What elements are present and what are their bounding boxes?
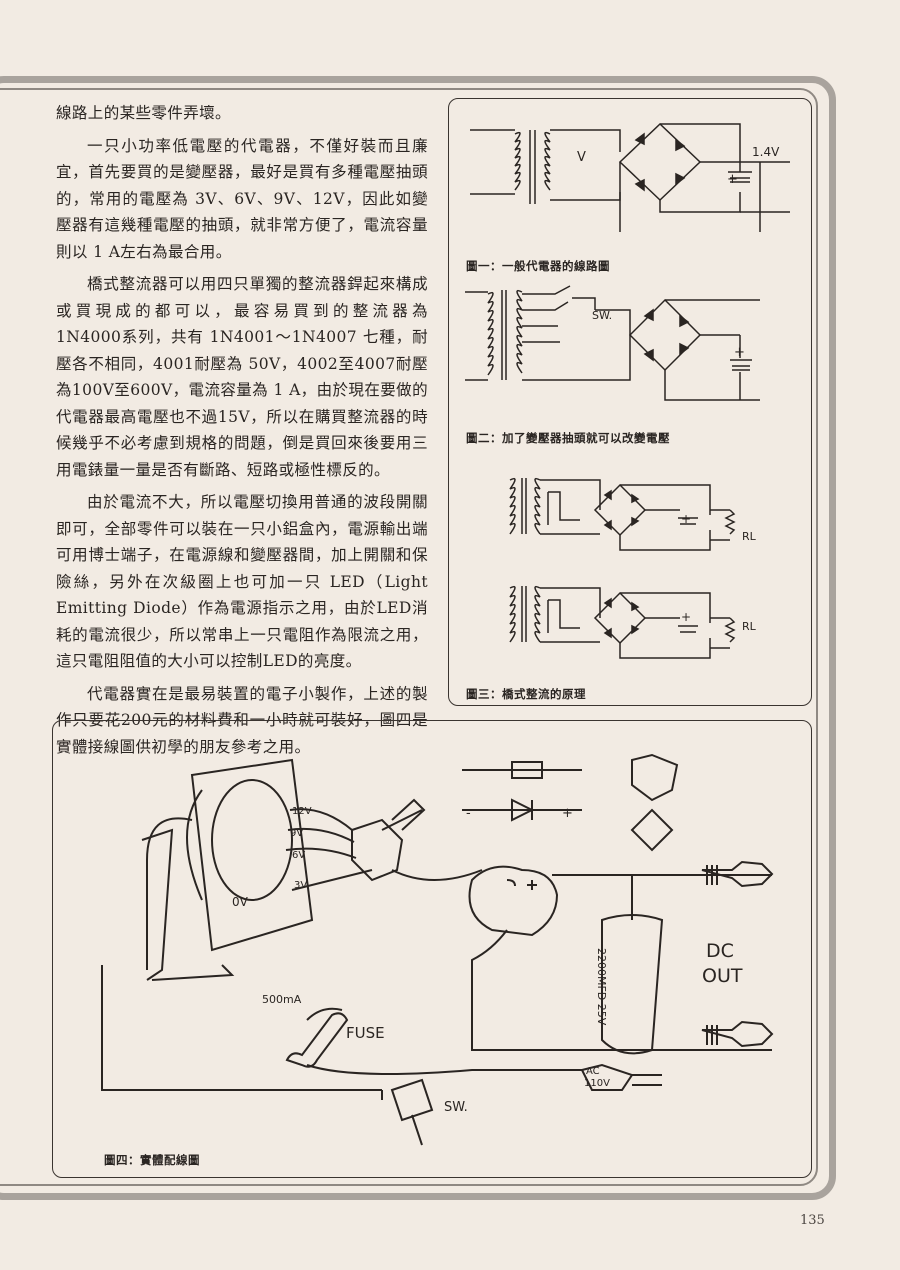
figure-1-schematic — [470, 122, 790, 232]
figure-3-plus-bottom: + — [681, 610, 692, 624]
figure-4-tap-0v: 0V — [232, 895, 248, 909]
figure-4-fuse-rating: 500mA — [262, 993, 302, 1006]
figure-4-tap-12v: 12V — [292, 806, 312, 817]
figure-4-tap-6v: 6V — [292, 850, 306, 861]
figure-4-tap-3v: 3V — [294, 880, 308, 891]
figure-3-plus-top: + — [681, 512, 692, 526]
figure-1-plus-sign: + — [727, 172, 738, 187]
figure-3-load-label-bottom: RL — [742, 620, 756, 633]
figure-4-diode-plus: + — [562, 806, 573, 821]
figure-3-schematic — [509, 477, 736, 659]
figure-4-caption: 圖四：實體配線圖 — [104, 1153, 200, 1167]
capacitor-value: 2200MFD — [595, 948, 608, 1001]
capacitor-voltage: 25V — [595, 1003, 608, 1026]
figure-4-tap-9v: 9V — [290, 828, 304, 839]
page-number: 135 — [800, 1213, 825, 1228]
figure-4-dc-out-line-2: OUT — [702, 965, 743, 987]
figure-1-caption: 圖一：一般代電器的線路圖 — [466, 259, 610, 273]
figure-4-switch-label: SW. — [444, 1100, 468, 1115]
figure-4-ac-label: AC — [586, 1066, 600, 1077]
figure-2-schematic — [465, 285, 760, 401]
figure-1-label-v: V — [577, 150, 586, 165]
figure-2-caption: 圖二：加了變壓器抽頭就可以改變電壓 — [466, 431, 670, 445]
paragraph: 橋式整流器可以用四只單獨的整流器銲起來構成或買現成的都可以，最容易買到的整流器為… — [56, 275, 428, 479]
figure-4-ac-voltage: 110V — [584, 1078, 610, 1089]
article-body: 線路上的某些零件弄壞。 一只小功率低電壓的代電器，不僅好裝而且廉宜，首先要買的是… — [56, 100, 428, 766]
figure-1-label-voltage: 1.4V — [752, 145, 780, 159]
figure-4-capacitor-label: 2200MFD 25V — [595, 948, 608, 1025]
figure-2-switch-label: SW. — [592, 309, 613, 322]
figure-3-load-label-top: RL — [742, 530, 756, 543]
figure-3-caption: 圖三：橋式整流的原理 — [466, 687, 586, 701]
paragraph: 一只小功率低電壓的代電器，不僅好裝而且廉宜，首先要買的是變壓器，最好是買有多種電… — [56, 136, 428, 261]
figure-4-wiring-diagram — [101, 753, 774, 1146]
paragraph: 由於電流不大，所以電壓切換用普通的波段開關即可，全部零件可以裝在一只小鋁盒內，電… — [56, 493, 428, 670]
paragraph: 線路上的某些零件弄壞。 — [56, 104, 231, 122]
figure-2-plus-sign: + — [734, 345, 745, 360]
figure-4-fuse-label: FUSE — [346, 1024, 385, 1042]
figure-4-dc-out-line-1: DC — [706, 940, 734, 962]
figure-4-diode-minus: - — [466, 806, 471, 821]
